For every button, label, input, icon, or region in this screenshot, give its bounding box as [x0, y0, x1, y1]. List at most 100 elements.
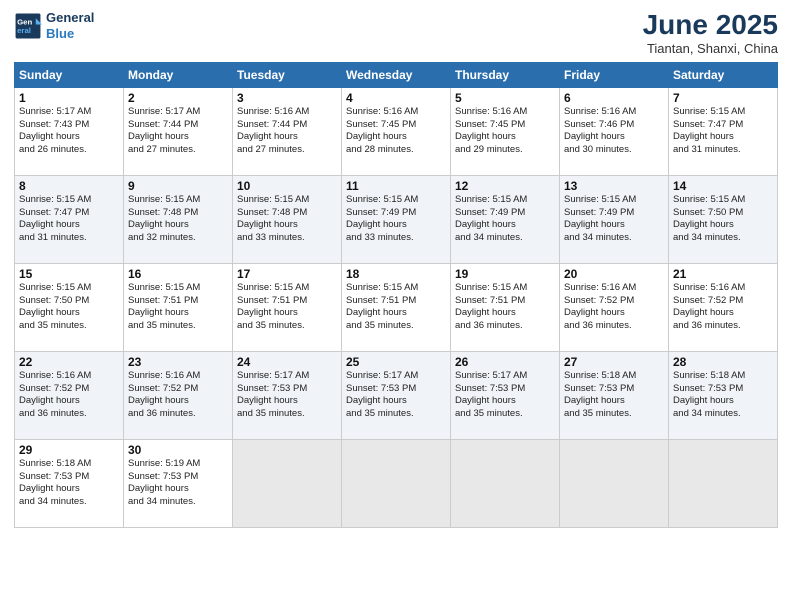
day-number: 22 [19, 355, 119, 369]
day-info: Sunrise: 5:19 AMSunset: 7:53 PMDaylight … [128, 458, 228, 509]
table-row: 29 Sunrise: 5:18 AMSunset: 7:53 PMDaylig… [15, 439, 124, 527]
day-info: Sunrise: 5:15 AMSunset: 7:47 PMDaylight … [673, 106, 773, 157]
table-row [560, 439, 669, 527]
table-row: 7 Sunrise: 5:15 AMSunset: 7:47 PMDayligh… [669, 87, 778, 175]
table-row: 16 Sunrise: 5:15 AMSunset: 7:51 PMDaylig… [124, 263, 233, 351]
day-number: 7 [673, 91, 773, 105]
day-number: 16 [128, 267, 228, 281]
logo-line2: Blue [46, 26, 94, 42]
day-info: Sunrise: 5:16 AMSunset: 7:46 PMDaylight … [564, 106, 664, 157]
day-info: Sunrise: 5:15 AMSunset: 7:50 PMDaylight … [673, 194, 773, 245]
day-number: 21 [673, 267, 773, 281]
table-row: 24 Sunrise: 5:17 AMSunset: 7:53 PMDaylig… [233, 351, 342, 439]
day-number: 13 [564, 179, 664, 193]
logo-icon: Gen eral [14, 12, 42, 40]
day-number: 15 [19, 267, 119, 281]
day-info: Sunrise: 5:15 AMSunset: 7:51 PMDaylight … [455, 282, 555, 333]
day-info: Sunrise: 5:16 AMSunset: 7:52 PMDaylight … [19, 370, 119, 421]
day-info: Sunrise: 5:17 AMSunset: 7:43 PMDaylight … [19, 106, 119, 157]
col-thursday: Thursday [451, 62, 560, 87]
day-number: 23 [128, 355, 228, 369]
table-row: 17 Sunrise: 5:15 AMSunset: 7:51 PMDaylig… [233, 263, 342, 351]
table-row: 1 Sunrise: 5:17 AMSunset: 7:43 PMDayligh… [15, 87, 124, 175]
day-info: Sunrise: 5:16 AMSunset: 7:52 PMDaylight … [128, 370, 228, 421]
day-number: 8 [19, 179, 119, 193]
day-info: Sunrise: 5:15 AMSunset: 7:51 PMDaylight … [346, 282, 446, 333]
day-info: Sunrise: 5:15 AMSunset: 7:51 PMDaylight … [237, 282, 337, 333]
table-row: 9 Sunrise: 5:15 AMSunset: 7:48 PMDayligh… [124, 175, 233, 263]
col-wednesday: Wednesday [342, 62, 451, 87]
calendar: Sunday Monday Tuesday Wednesday Thursday… [14, 62, 778, 528]
day-number: 14 [673, 179, 773, 193]
day-number: 9 [128, 179, 228, 193]
calendar-week-row: 29 Sunrise: 5:18 AMSunset: 7:53 PMDaylig… [15, 439, 778, 527]
header: Gen eral General Blue June 2025 Tiantan,… [14, 10, 778, 56]
day-number: 30 [128, 443, 228, 457]
calendar-week-row: 8 Sunrise: 5:15 AMSunset: 7:47 PMDayligh… [15, 175, 778, 263]
title-block: June 2025 Tiantan, Shanxi, China [643, 10, 778, 56]
day-info: Sunrise: 5:15 AMSunset: 7:49 PMDaylight … [346, 194, 446, 245]
day-info: Sunrise: 5:17 AMSunset: 7:53 PMDaylight … [346, 370, 446, 421]
col-saturday: Saturday [669, 62, 778, 87]
day-info: Sunrise: 5:16 AMSunset: 7:52 PMDaylight … [564, 282, 664, 333]
day-info: Sunrise: 5:16 AMSunset: 7:45 PMDaylight … [455, 106, 555, 157]
day-number: 17 [237, 267, 337, 281]
day-info: Sunrise: 5:15 AMSunset: 7:48 PMDaylight … [128, 194, 228, 245]
day-number: 19 [455, 267, 555, 281]
table-row: 14 Sunrise: 5:15 AMSunset: 7:50 PMDaylig… [669, 175, 778, 263]
calendar-week-row: 15 Sunrise: 5:15 AMSunset: 7:50 PMDaylig… [15, 263, 778, 351]
day-number: 10 [237, 179, 337, 193]
logo-text: General Blue [46, 10, 94, 41]
table-row: 13 Sunrise: 5:15 AMSunset: 7:49 PMDaylig… [560, 175, 669, 263]
day-info: Sunrise: 5:16 AMSunset: 7:45 PMDaylight … [346, 106, 446, 157]
col-sunday: Sunday [15, 62, 124, 87]
calendar-week-row: 22 Sunrise: 5:16 AMSunset: 7:52 PMDaylig… [15, 351, 778, 439]
day-info: Sunrise: 5:15 AMSunset: 7:47 PMDaylight … [19, 194, 119, 245]
day-number: 4 [346, 91, 446, 105]
day-number: 2 [128, 91, 228, 105]
table-row: 15 Sunrise: 5:15 AMSunset: 7:50 PMDaylig… [15, 263, 124, 351]
logo-line1: General [46, 10, 94, 26]
table-row: 4 Sunrise: 5:16 AMSunset: 7:45 PMDayligh… [342, 87, 451, 175]
day-number: 6 [564, 91, 664, 105]
table-row: 10 Sunrise: 5:15 AMSunset: 7:48 PMDaylig… [233, 175, 342, 263]
day-number: 25 [346, 355, 446, 369]
day-info: Sunrise: 5:16 AMSunset: 7:44 PMDaylight … [237, 106, 337, 157]
col-friday: Friday [560, 62, 669, 87]
day-number: 5 [455, 91, 555, 105]
table-row [669, 439, 778, 527]
table-row: 5 Sunrise: 5:16 AMSunset: 7:45 PMDayligh… [451, 87, 560, 175]
day-info: Sunrise: 5:17 AMSunset: 7:53 PMDaylight … [455, 370, 555, 421]
day-number: 3 [237, 91, 337, 105]
table-row [451, 439, 560, 527]
table-row: 2 Sunrise: 5:17 AMSunset: 7:44 PMDayligh… [124, 87, 233, 175]
calendar-week-row: 1 Sunrise: 5:17 AMSunset: 7:43 PMDayligh… [15, 87, 778, 175]
day-number: 28 [673, 355, 773, 369]
table-row [342, 439, 451, 527]
table-row: 27 Sunrise: 5:18 AMSunset: 7:53 PMDaylig… [560, 351, 669, 439]
day-info: Sunrise: 5:15 AMSunset: 7:48 PMDaylight … [237, 194, 337, 245]
day-info: Sunrise: 5:16 AMSunset: 7:52 PMDaylight … [673, 282, 773, 333]
day-info: Sunrise: 5:15 AMSunset: 7:49 PMDaylight … [455, 194, 555, 245]
day-number: 26 [455, 355, 555, 369]
col-tuesday: Tuesday [233, 62, 342, 87]
table-row: 6 Sunrise: 5:16 AMSunset: 7:46 PMDayligh… [560, 87, 669, 175]
table-row: 21 Sunrise: 5:16 AMSunset: 7:52 PMDaylig… [669, 263, 778, 351]
table-row: 3 Sunrise: 5:16 AMSunset: 7:44 PMDayligh… [233, 87, 342, 175]
day-info: Sunrise: 5:17 AMSunset: 7:44 PMDaylight … [128, 106, 228, 157]
day-number: 27 [564, 355, 664, 369]
svg-text:eral: eral [17, 26, 31, 35]
table-row: 22 Sunrise: 5:16 AMSunset: 7:52 PMDaylig… [15, 351, 124, 439]
day-number: 24 [237, 355, 337, 369]
day-number: 11 [346, 179, 446, 193]
table-row: 19 Sunrise: 5:15 AMSunset: 7:51 PMDaylig… [451, 263, 560, 351]
table-row: 26 Sunrise: 5:17 AMSunset: 7:53 PMDaylig… [451, 351, 560, 439]
table-row: 18 Sunrise: 5:15 AMSunset: 7:51 PMDaylig… [342, 263, 451, 351]
day-number: 18 [346, 267, 446, 281]
table-row: 23 Sunrise: 5:16 AMSunset: 7:52 PMDaylig… [124, 351, 233, 439]
day-number: 1 [19, 91, 119, 105]
location: Tiantan, Shanxi, China [643, 41, 778, 56]
calendar-header-row: Sunday Monday Tuesday Wednesday Thursday… [15, 62, 778, 87]
table-row: 20 Sunrise: 5:16 AMSunset: 7:52 PMDaylig… [560, 263, 669, 351]
day-info: Sunrise: 5:15 AMSunset: 7:51 PMDaylight … [128, 282, 228, 333]
